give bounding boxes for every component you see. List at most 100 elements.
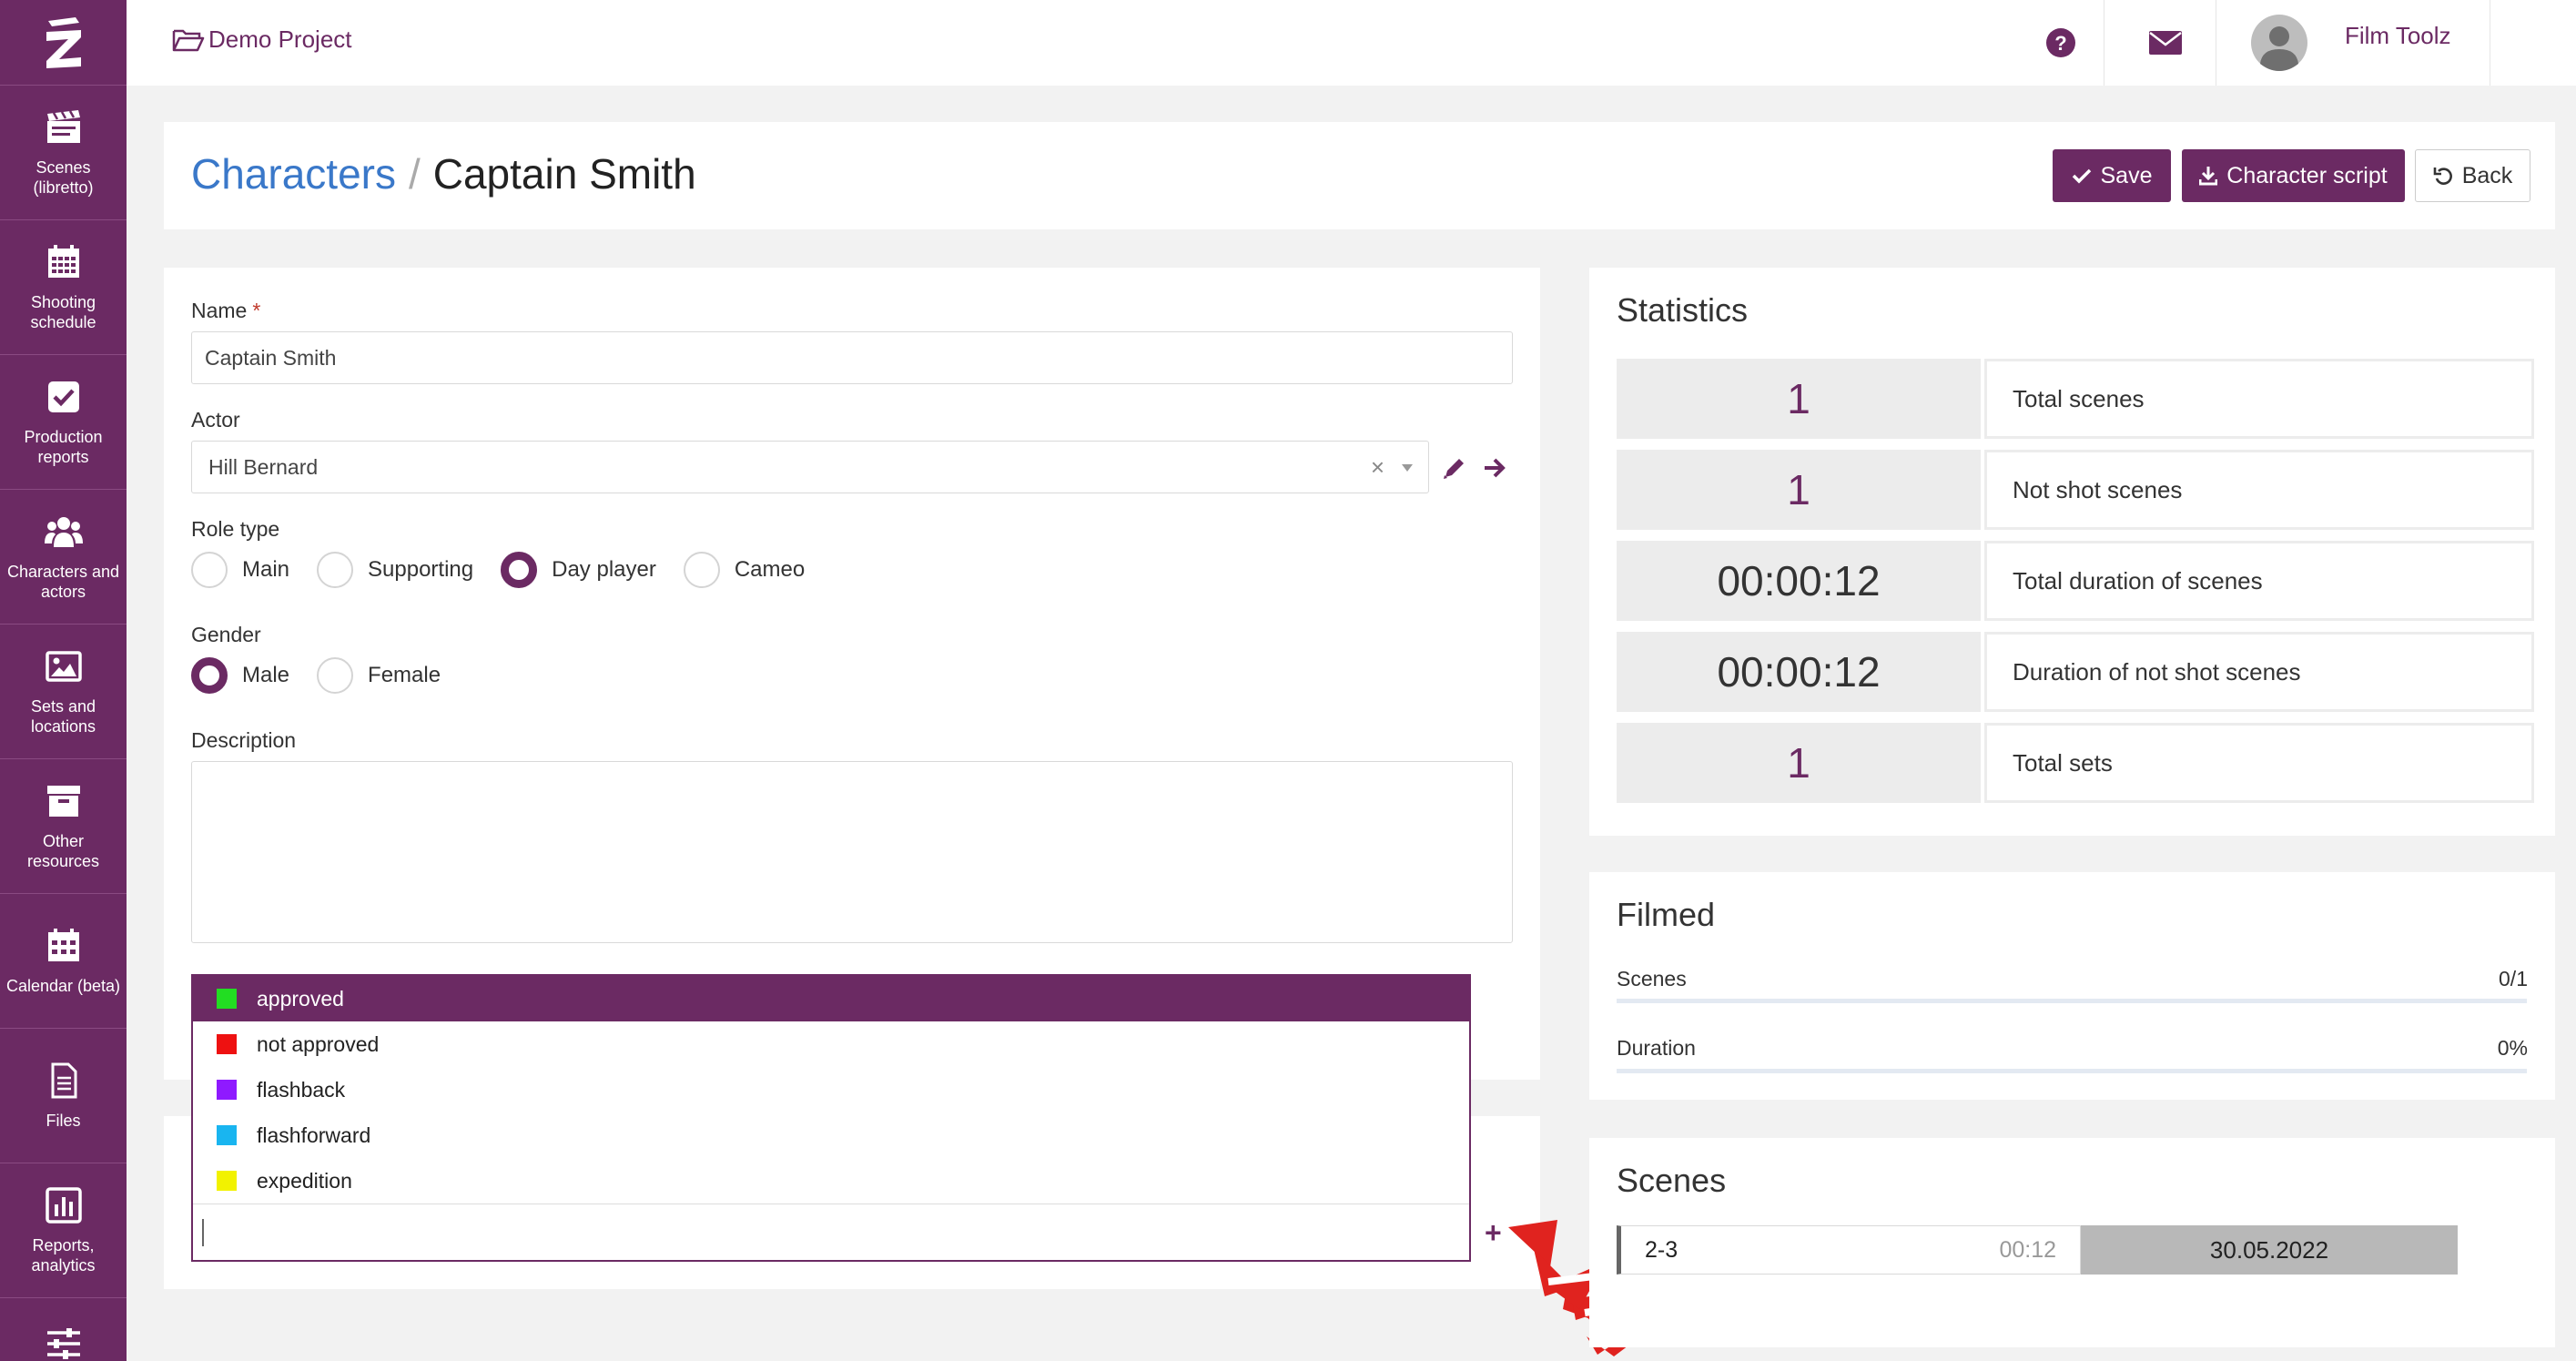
stat-value: 1: [1617, 359, 1981, 439]
stat-value: 1: [1617, 450, 1981, 530]
actor-label: Actor: [191, 408, 240, 432]
radio-button-checked[interactable]: [501, 552, 538, 588]
project-selector[interactable]: Demo Project: [172, 25, 352, 54]
color-swatch: [217, 989, 237, 1009]
tag-option-label: flashforward: [257, 1122, 371, 1147]
calendar-icon: [47, 928, 79, 961]
filmed-scenes-progress: [1617, 999, 2527, 1003]
radio-label: Male: [242, 663, 290, 687]
tag-option[interactable]: flashback: [193, 1067, 1469, 1112]
check-icon: [2072, 168, 2091, 184]
sidebar-item-other-resources[interactable]: Other resources: [0, 759, 127, 894]
edit-pencil-icon[interactable]: [1442, 455, 1467, 481]
scene-number-cell[interactable]: 2-3 00:12: [1617, 1225, 2081, 1275]
scene-date: 30.05.2022: [2081, 1225, 2458, 1275]
avatar[interactable]: [2247, 0, 2311, 86]
text-caret: [202, 1219, 204, 1246]
save-button[interactable]: Save: [2053, 149, 2171, 202]
arrow-right-icon[interactable]: [1482, 455, 1507, 481]
filmed-scenes-label: Scenes: [1617, 967, 1687, 990]
tag-option[interactable]: not approved: [193, 1021, 1469, 1067]
tag-option[interactable]: expedition: [193, 1158, 1469, 1204]
sidebar-item-shooting-schedule[interactable]: Shooting schedule: [0, 220, 127, 355]
sidebar-item-scenes[interactable]: Scenes (libretto): [0, 86, 127, 220]
sidebar-item-label: Production reports: [24, 427, 103, 466]
help-icon: ?: [2046, 28, 2075, 57]
scene-row[interactable]: 2-3 00:12 30.05.2022: [1617, 1225, 2458, 1275]
color-swatch: [217, 1080, 237, 1100]
radio-label: Cameo: [734, 557, 806, 582]
sidebar-item-files[interactable]: Files: [0, 1029, 127, 1163]
gender-male[interactable]: Male: [191, 657, 289, 694]
role-supporting[interactable]: Supporting: [317, 552, 473, 588]
filmed-duration-progress: [1617, 1069, 2527, 1073]
scene-number: 2-3: [1645, 1236, 1678, 1263]
bar-chart-icon: [45, 1186, 82, 1224]
clear-icon[interactable]: ×: [1371, 453, 1384, 482]
tag-option-label: approved: [257, 986, 344, 1011]
sidebar-item-label: Shooting schedule: [30, 292, 96, 331]
sidebar-item-reports-analytics[interactable]: Reports, analytics: [0, 1163, 127, 1298]
radio-button-checked[interactable]: [191, 657, 228, 694]
sidebar-item-settings[interactable]: [0, 1298, 127, 1361]
role-type-label: Role type: [191, 517, 280, 541]
radio-label: Day player: [552, 557, 656, 582]
role-day-player[interactable]: Day player: [501, 552, 656, 588]
download-icon: [2199, 167, 2218, 186]
stat-row: 1 Not shot scenes: [1617, 450, 2534, 530]
stat-row: 1 Total scenes: [1617, 359, 2534, 439]
required-mark: *: [252, 299, 261, 322]
filmed-scenes-value: 0/1: [2499, 967, 2528, 990]
color-swatch: [217, 1125, 237, 1145]
app-logo[interactable]: [0, 0, 127, 86]
name-input[interactable]: Captain Smith: [191, 331, 1513, 384]
user-avatar-icon: [2251, 15, 2307, 71]
description-textarea[interactable]: [191, 761, 1513, 943]
radio-button[interactable]: [683, 552, 720, 588]
filmed-duration-value: 0%: [2497, 1036, 2528, 1060]
tag-options-list: approved not approved flashback flashforwar…: [193, 976, 1469, 1204]
tag-search-input[interactable]: [193, 1204, 1469, 1260]
sidebar-item-label: Scenes (libretto): [33, 157, 94, 197]
chevron-down-icon[interactable]: [1401, 463, 1414, 472]
radio-label: Female: [368, 663, 441, 687]
filmed-panel: Filmed Scenes 0/1 Duration 0%: [1589, 872, 2555, 1100]
messages-button[interactable]: [2115, 0, 2216, 86]
sidebar: Scenes (libretto) Shooting schedule Prod…: [0, 0, 127, 1361]
add-tag-button[interactable]: +: [1485, 1216, 1502, 1250]
breadcrumb-characters-link[interactable]: Characters: [191, 150, 396, 198]
file-icon: [51, 1062, 76, 1098]
archive-box-icon: [46, 785, 80, 817]
tag-option[interactable]: flashforward: [193, 1112, 1469, 1158]
role-cameo[interactable]: Cameo: [683, 552, 806, 588]
character-script-button[interactable]: Character script: [2182, 149, 2405, 202]
sidebar-item-label: Sets and locations: [30, 696, 96, 736]
radio-button[interactable]: [191, 552, 228, 588]
back-button[interactable]: Back: [2415, 149, 2530, 202]
statistics-panel: Statistics 1 Total scenes 1 Not shot scenes…: [1589, 268, 2555, 836]
user-name[interactable]: Film Toolz: [2345, 22, 2451, 50]
calendar-grid-icon: [47, 244, 79, 278]
radio-button[interactable]: [317, 657, 354, 694]
radio-label: Main: [242, 557, 290, 582]
sidebar-item-sets-locations[interactable]: Sets and locations: [0, 625, 127, 759]
gender-female[interactable]: Female: [317, 657, 441, 694]
tag-dropdown[interactable]: approved not approved flashback flashforwar…: [191, 974, 1471, 1262]
stat-value: 1: [1617, 723, 1981, 803]
scene-duration: 00:12: [1999, 1236, 2056, 1263]
actor-select[interactable]: Hill Bernard ×: [191, 441, 1429, 493]
tag-option[interactable]: approved: [193, 976, 1469, 1021]
radio-button[interactable]: [317, 552, 354, 588]
top-bar: Demo Project ? Film Toolz EN: [127, 0, 2576, 86]
stat-label: Total sets: [1984, 723, 2534, 803]
sidebar-item-calendar[interactable]: Calendar (beta): [0, 894, 127, 1029]
sidebar-item-characters-actors[interactable]: Characters and actors: [0, 490, 127, 625]
filmed-duration-label: Duration: [1617, 1036, 1696, 1060]
actor-value: Hill Bernard: [208, 454, 319, 479]
role-main[interactable]: Main: [191, 552, 289, 588]
page-title: Captain Smith: [432, 150, 696, 198]
breadcrumb-separator: /: [408, 150, 421, 198]
checkbox-icon: [47, 381, 79, 412]
help-button[interactable]: ?: [2024, 0, 2097, 86]
sidebar-item-production-reports[interactable]: Production reports: [0, 355, 127, 490]
